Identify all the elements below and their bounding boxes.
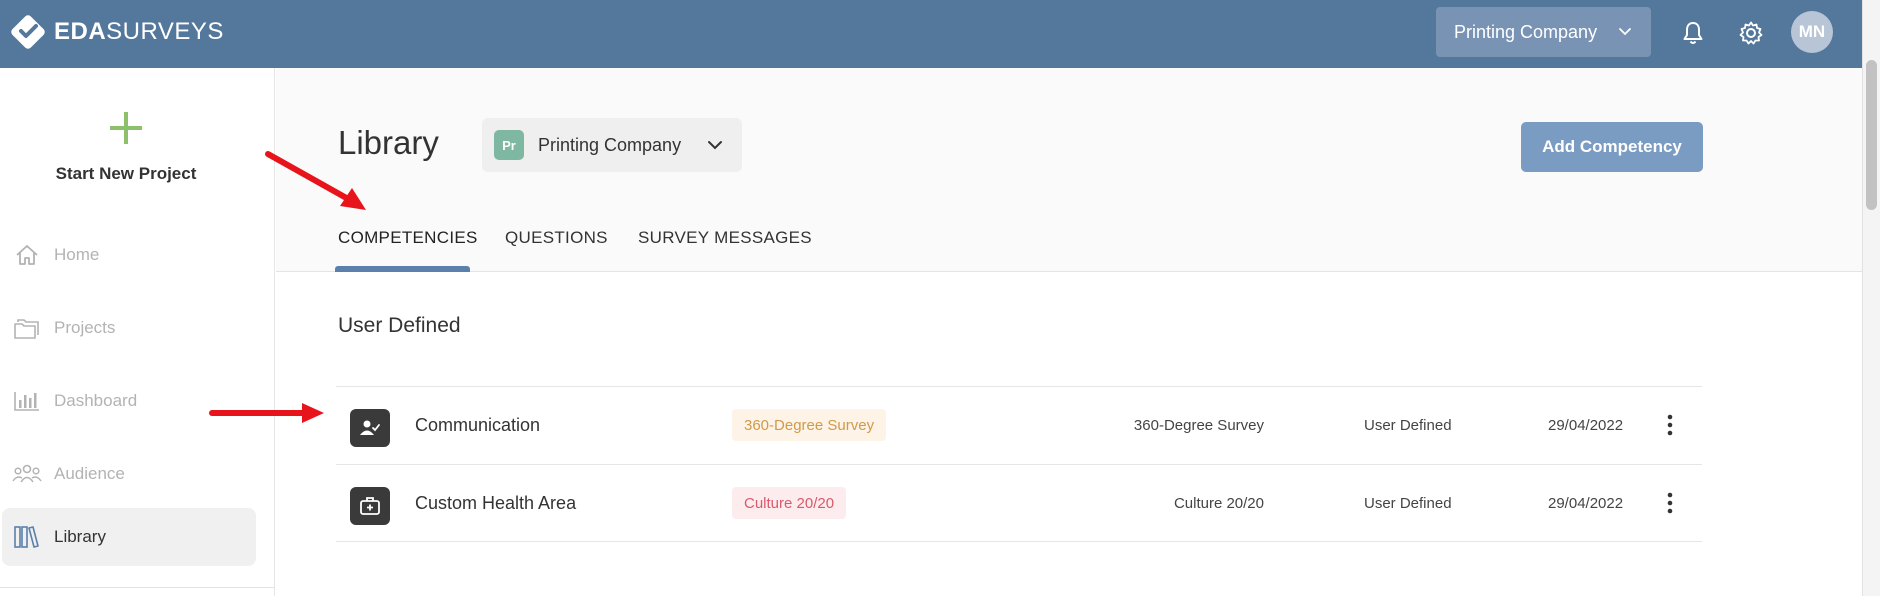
table-row[interactable]: Communication 360-Degree Survey 360-Degr… [336, 386, 1702, 464]
settings-gear-icon[interactable] [1734, 16, 1768, 50]
competency-name: Custom Health Area [415, 493, 577, 513]
logo-text: EDASURVEYS [54, 18, 224, 45]
top-bar: EDASURVEYS Printing Company MN [0, 0, 1862, 68]
logo-diamond-icon [11, 15, 45, 49]
start-new-project-button[interactable]: Start New Project [0, 110, 252, 184]
survey-type: Culture 20/20 [1173, 495, 1264, 512]
organization-dropdown[interactable]: Pr Printing Company [482, 118, 742, 172]
table-row[interactable]: Custom Health Area Culture 20/20 Culture… [336, 464, 1702, 542]
sidebar: Start New Project Home Projects Dashboar… [0, 68, 275, 596]
more-options-icon[interactable] [1658, 409, 1682, 441]
bar-chart-icon [12, 386, 42, 416]
medical-kit-icon [350, 487, 390, 525]
tab-questions[interactable]: QUESTIONS [505, 228, 608, 248]
chevron-down-icon [1619, 28, 1631, 36]
more-options-icon[interactable] [1658, 487, 1682, 519]
books-icon [12, 522, 42, 552]
sidebar-item-library[interactable]: Library [2, 508, 256, 566]
survey-type: 360-Degree Survey [1133, 417, 1264, 434]
sidebar-divider [0, 587, 275, 588]
plus-icon [0, 110, 252, 154]
sidebar-item-label: Audience [54, 464, 125, 483]
tab-competencies[interactable]: COMPETENCIES [338, 228, 478, 248]
sidebar-item-label: Projects [54, 318, 116, 337]
competency-date: 29/04/2022 [1548, 495, 1624, 512]
people-icon [12, 459, 42, 489]
competency-source: User Defined [1364, 495, 1452, 512]
sidebar-item-audience[interactable]: Audience [2, 445, 256, 503]
survey-type-tag: 360-Degree Survey [732, 409, 887, 441]
eda-surveys-logo[interactable]: EDASURVEYS [8, 12, 224, 52]
sidebar-item-home[interactable]: Home [2, 226, 256, 284]
company-switcher-dropdown[interactable]: Printing Company [1436, 7, 1651, 57]
add-competency-button[interactable]: Add Competency [1521, 122, 1703, 172]
start-new-project-label: Start New Project [55, 164, 197, 183]
sidebar-item-label: Library [54, 527, 106, 546]
sidebar-item-dashboard[interactable]: Dashboard [2, 372, 256, 430]
competency-date: 29/04/2022 [1548, 417, 1624, 434]
person-check-icon [350, 409, 390, 447]
sidebar-item-label: Home [54, 245, 100, 264]
user-avatar[interactable]: MN [1791, 11, 1833, 53]
home-icon [12, 240, 42, 270]
competency-source: User Defined [1364, 417, 1452, 434]
library-header: Library Pr Printing Company Add Competen… [276, 68, 1862, 272]
page-title: Library [338, 124, 439, 161]
chevron-down-icon [708, 141, 722, 150]
app-window: EDASURVEYS Printing Company MN Start New… [0, 0, 1880, 596]
organization-badge: Pr [494, 130, 524, 160]
folder-icon [12, 313, 42, 343]
sidebar-item-projects[interactable]: Projects [2, 299, 256, 357]
organization-name: Printing Company [538, 134, 682, 155]
vertical-scrollbar[interactable] [1862, 0, 1880, 596]
scrollbar-thumb[interactable] [1866, 60, 1877, 210]
section-title: User Defined [338, 314, 461, 337]
competency-name: Communication [415, 415, 541, 435]
notifications-bell-icon[interactable] [1676, 16, 1710, 50]
active-tab-indicator [335, 266, 470, 272]
competency-list: Communication 360-Degree Survey 360-Degr… [336, 386, 1702, 542]
tab-survey-messages[interactable]: SURVEY MESSAGES [638, 228, 812, 248]
company-switcher-label: Printing Company [1454, 21, 1598, 42]
survey-type-tag: Culture 20/20 [732, 487, 847, 519]
sidebar-item-label: Dashboard [54, 391, 138, 410]
